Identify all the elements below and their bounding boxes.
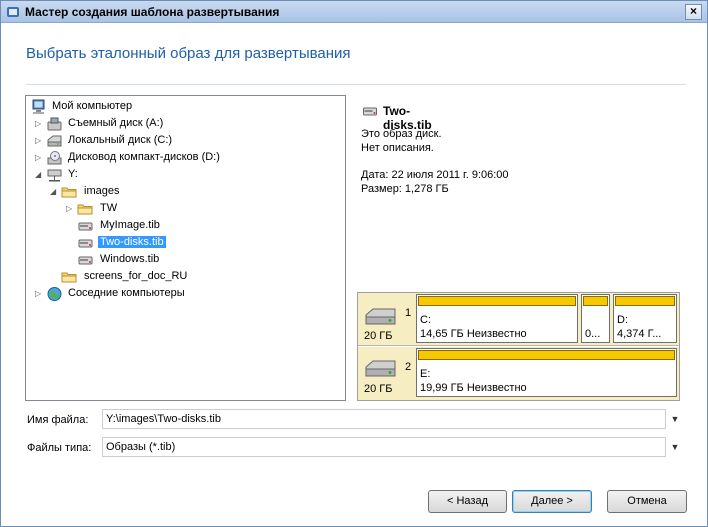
folder-icon [61, 187, 77, 198]
tree-item-label: Локальный диск (C:) [68, 134, 173, 146]
tree-item-label: Съемный диск (A:) [68, 117, 164, 129]
tree-item-myimage-tib[interactable]: MyImage.tib [28, 218, 328, 235]
partition-bar [583, 296, 608, 306]
tree-item-local-disk[interactable]: ▷ Локальный диск (C:) [28, 133, 328, 150]
disk-row-1: 1 20 ГБ C: 14,65 ГБ Неизвестно 0... D: 4… [358, 293, 679, 346]
partition-info: 14,65 ГБ Неизвестно [420, 328, 527, 340]
tib-file-icon [78, 222, 93, 231]
tib-file-icon [78, 256, 93, 265]
local-disk-icon [47, 135, 62, 147]
partition-info: 19,99 ГБ Неизвестно [420, 382, 527, 394]
tree-item-label: Windows.tib [100, 253, 160, 265]
chevron-down-icon[interactable]: ▼ [668, 409, 682, 429]
tib-file-icon [78, 239, 93, 248]
computer-icon [32, 99, 45, 114]
partition-info: 0... [585, 328, 601, 340]
tree-item-images-folder[interactable]: ◢ images [28, 184, 328, 201]
partition-c[interactable]: C: 14,65 ГБ Неизвестно [416, 294, 578, 343]
expand-arrow-icon[interactable]: ▷ [35, 153, 44, 163]
tree-item-label: Y: [68, 168, 78, 180]
info-type: Это образ диск. [361, 128, 442, 140]
wizard-window: Мастер создания шаблона развертывания × … [0, 0, 708, 527]
page-title: Выбрать эталонный образ для развертывани… [26, 45, 351, 62]
divider [26, 84, 686, 85]
partition-bar [418, 350, 675, 360]
title-bar[interactable]: Мастер создания шаблона развертывания × [1, 1, 707, 23]
tree-item-network[interactable]: ▷ Соседние компьютеры [28, 286, 328, 303]
hard-disk-icon [365, 308, 396, 325]
tree-item-y-drive[interactable]: ◢ Y: [28, 167, 328, 184]
disk-size: 20 ГБ [364, 330, 393, 342]
chevron-down-icon[interactable]: ▼ [668, 437, 682, 457]
expand-arrow-icon[interactable]: ▷ [66, 204, 75, 214]
disk-row-2: 2 20 ГБ E: 19,99 ГБ Неизвестно [358, 347, 679, 400]
collapse-arrow-icon[interactable]: ◢ [50, 187, 59, 197]
tree-item-windows-tib[interactable]: Windows.tib [28, 252, 328, 269]
tree-item-removable-disk[interactable]: ▷ Съемный диск (A:) [28, 116, 328, 133]
info-size: Размер: 1,278 ГБ [361, 183, 449, 195]
tree-item-label: MyImage.tib [100, 219, 160, 231]
network-globe-icon [47, 287, 62, 301]
disk-layout-map: 1 20 ГБ C: 14,65 ГБ Неизвестно 0... D: 4… [357, 292, 680, 401]
tree-item-label-selected: Two-disks.tib [98, 236, 166, 248]
filename-field[interactable]: Y:\images\Two-disks.tib [102, 409, 666, 429]
disk-number: 1 [405, 307, 412, 319]
partition-bar [615, 296, 675, 306]
partition-bar [418, 296, 576, 306]
back-button[interactable]: < Назад [428, 490, 507, 513]
app-icon [7, 7, 19, 17]
tree-item-screens-folder[interactable]: screens_for_doc_RU [28, 269, 328, 286]
tree-item-label: Соседние компьютеры [68, 287, 185, 299]
folder-icon [77, 204, 93, 215]
tree-item-tw-folder[interactable]: ▷ TW [28, 201, 328, 218]
folder-tree[interactable]: Мой компьютер ▷ Съемный диск (A:) ▷ Лока… [25, 95, 346, 401]
close-button[interactable]: × [685, 4, 702, 20]
network-drive-icon [47, 169, 62, 182]
tree-item-label: screens_for_doc_RU [84, 270, 188, 282]
partition-letter: E: [420, 368, 431, 380]
cancel-button[interactable]: Отмена [607, 490, 687, 513]
info-date: Дата: 22 июля 2011 г. 9:06:00 [361, 169, 509, 181]
cd-drive-icon [47, 151, 62, 165]
disk-number: 2 [405, 361, 412, 373]
expand-arrow-icon[interactable]: ▷ [35, 119, 44, 129]
collapse-arrow-icon[interactable]: ◢ [35, 170, 44, 180]
tree-item-cd-drive[interactable]: ▷ Дисковод компакт-дисков (D:) [28, 150, 338, 167]
tree-item-two-disks-tib[interactable]: Two-disks.tib [28, 235, 328, 252]
expand-arrow-icon[interactable]: ▷ [35, 289, 44, 299]
hard-disk-icon [365, 360, 396, 377]
next-button[interactable]: Далее > [512, 490, 592, 513]
expand-arrow-icon[interactable]: ▷ [35, 136, 44, 146]
removable-disk-icon [47, 117, 62, 131]
partition-info: 4,374 Г... [617, 328, 662, 340]
partition-e[interactable]: E: 19,99 ГБ Неизвестно [416, 348, 677, 397]
tree-item-label: Мой компьютер [52, 100, 133, 112]
partition-d[interactable]: D: 4,374 Г... [613, 294, 677, 343]
partition-letter: D: [617, 314, 628, 326]
tib-file-icon [363, 107, 377, 116]
tree-item-my-computer[interactable]: Мой компьютер [28, 99, 328, 116]
filetype-select[interactable]: Образы (*.tib) [102, 437, 666, 457]
window-title: Мастер создания шаблона развертывания [25, 5, 280, 19]
disk-size: 20 ГБ [364, 383, 393, 395]
partition-letter: C: [420, 314, 431, 326]
info-description: Нет описания. [361, 142, 434, 154]
folder-icon [61, 272, 77, 283]
tree-item-label: TW [100, 202, 118, 214]
filetype-label: Файлы типа: [27, 442, 92, 454]
tree-item-label: Дисковод компакт-дисков (D:) [68, 151, 220, 163]
tree-item-label: images [84, 185, 120, 197]
filename-label: Имя файла: [27, 414, 89, 426]
partition-unnamed[interactable]: 0... [581, 294, 610, 343]
